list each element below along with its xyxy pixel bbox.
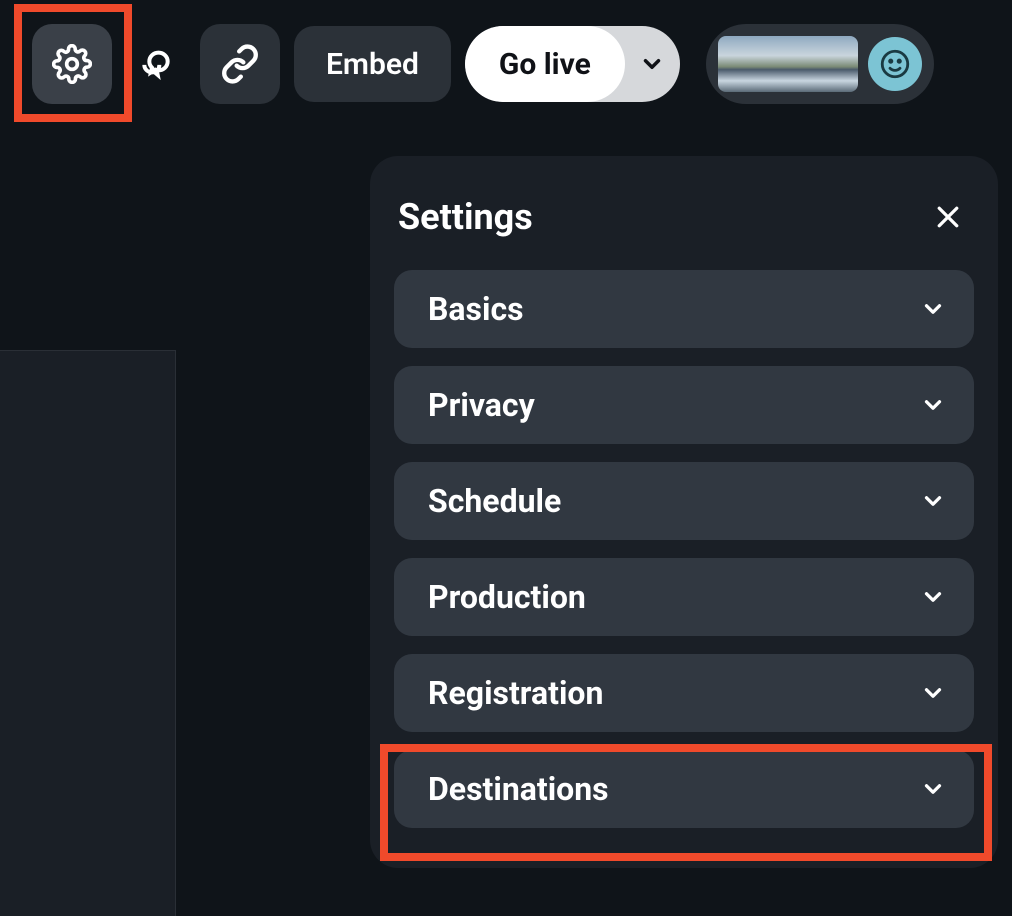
settings-item-privacy[interactable]: Privacy	[394, 366, 974, 444]
settings-title: Settings	[398, 196, 533, 238]
chevron-down-icon	[920, 680, 946, 706]
settings-item-basics[interactable]: Basics	[394, 270, 974, 348]
settings-header: Settings	[394, 196, 974, 270]
avatar	[868, 37, 922, 91]
settings-item-label: Privacy	[428, 386, 535, 424]
settings-item-schedule[interactable]: Schedule	[394, 462, 974, 540]
smiley-icon	[878, 47, 912, 81]
chat-icon	[136, 44, 176, 84]
chevron-down-icon	[920, 584, 946, 610]
settings-item-label: Schedule	[428, 482, 561, 520]
golive-group: Go live	[465, 26, 680, 102]
top-toolbar: Embed Go live	[0, 0, 1012, 104]
chat-button[interactable]	[126, 44, 186, 84]
settings-list: Basics Privacy Schedule Production Regis	[394, 270, 974, 828]
chevron-down-icon	[920, 488, 946, 514]
chevron-down-icon	[920, 776, 946, 802]
chevron-down-icon	[639, 51, 665, 77]
profile-capsule[interactable]	[706, 24, 934, 104]
profile-thumbnail	[718, 36, 858, 92]
close-icon	[933, 202, 963, 232]
golive-button[interactable]: Go live	[465, 26, 625, 102]
settings-button[interactable]	[32, 24, 112, 104]
embed-label: Embed	[326, 47, 419, 82]
link-icon	[220, 44, 260, 84]
settings-item-label: Basics	[428, 290, 524, 328]
settings-item-label: Registration	[428, 674, 603, 712]
chevron-down-icon	[920, 296, 946, 322]
chevron-down-icon	[920, 392, 946, 418]
settings-item-label: Production	[428, 578, 586, 616]
gear-icon	[52, 44, 92, 84]
settings-item-label: Destinations	[428, 770, 609, 808]
close-button[interactable]	[930, 199, 966, 235]
golive-label: Go live	[499, 47, 591, 82]
golive-dropdown[interactable]	[625, 26, 680, 102]
settings-item-production[interactable]: Production	[394, 558, 974, 636]
settings-item-destinations[interactable]: Destinations	[394, 750, 974, 828]
settings-panel: Settings Basics Privacy Schedule	[370, 156, 998, 868]
settings-item-registration[interactable]: Registration	[394, 654, 974, 732]
embed-button[interactable]: Embed	[294, 26, 451, 102]
left-panel	[0, 350, 176, 916]
link-button[interactable]	[200, 24, 280, 104]
